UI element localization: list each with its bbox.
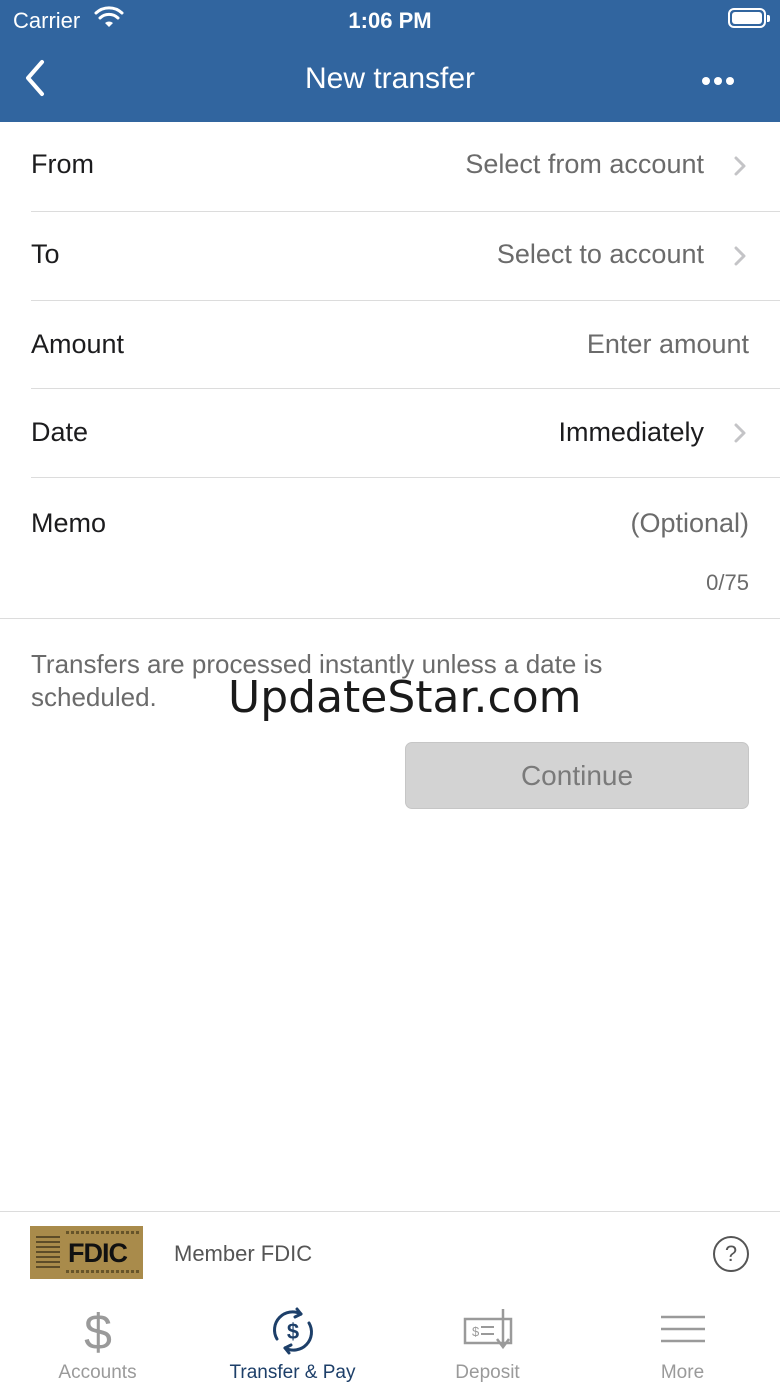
- more-options-button[interactable]: [700, 72, 740, 86]
- fdic-footer: FDIC Member FDIC ?: [0, 1211, 780, 1296]
- date-label: Date: [31, 417, 89, 447]
- battery-icon: [728, 8, 770, 28]
- fdic-logo: FDIC: [30, 1226, 143, 1279]
- status-time: 1:06 PM: [348, 8, 432, 33]
- chevron-right-icon: [734, 156, 746, 176]
- svg-text:$: $: [472, 1324, 480, 1339]
- check-deposit-icon: $: [463, 1309, 512, 1350]
- from-account-value: Select from account: [465, 149, 704, 179]
- to-label: To: [31, 239, 60, 269]
- fdic-logo-text: FDIC: [68, 1238, 128, 1268]
- transfer-cycle-dollar-icon: $: [272, 1307, 313, 1355]
- memo-row[interactable]: Memo (Optional) 0/75: [0, 478, 780, 619]
- to-account-row[interactable]: To Select to account: [31, 212, 780, 301]
- chevron-right-icon: [734, 423, 746, 443]
- memo-input[interactable]: (Optional): [630, 508, 749, 539]
- navigation-header: Carrier 1:06 PM New transfer: [0, 0, 780, 122]
- svg-text:$: $: [286, 1319, 298, 1344]
- member-fdic-label: Member FDIC: [174, 1241, 313, 1266]
- dollar-icon: $: [84, 1305, 112, 1355]
- date-row[interactable]: Date Immediately: [31, 389, 780, 478]
- tab-bar: $ Accounts $ Transfer & Pay $ Deposit Mo…: [0, 1295, 780, 1387]
- help-button[interactable]: ?: [713, 1236, 749, 1272]
- tab-accounts-label: Accounts: [58, 1362, 137, 1383]
- date-value: Immediately: [558, 417, 704, 447]
- memo-character-counter: 0/75: [706, 570, 749, 595]
- continue-button[interactable]: Continue: [405, 742, 749, 809]
- watermark: UpdateStar.com: [228, 672, 582, 723]
- ellipsis-icon: [702, 77, 710, 85]
- status-bar: Carrier 1:06 PM: [0, 0, 780, 40]
- amount-row[interactable]: Amount Enter amount: [31, 301, 780, 389]
- tab-deposit[interactable]: $ Deposit: [390, 1295, 585, 1387]
- tab-more[interactable]: More: [585, 1295, 780, 1387]
- tab-accounts[interactable]: $ Accounts: [0, 1295, 195, 1387]
- from-account-row[interactable]: From Select from account: [31, 122, 780, 212]
- chevron-right-icon: [734, 246, 746, 266]
- to-account-value: Select to account: [496, 239, 704, 269]
- page-title: New transfer: [304, 62, 476, 95]
- tab-transfer-pay[interactable]: $ Transfer & Pay: [195, 1295, 390, 1387]
- hamburger-menu-icon: [660, 1315, 705, 1343]
- amount-input[interactable]: Enter amount: [587, 329, 749, 360]
- tab-deposit-label: Deposit: [455, 1362, 520, 1383]
- memo-label: Memo: [31, 508, 107, 538]
- tab-transfer-pay-label: Transfer & Pay: [229, 1362, 356, 1383]
- amount-label: Amount: [31, 329, 125, 359]
- svg-text:$: $: [84, 1305, 112, 1355]
- from-label: From: [31, 149, 94, 179]
- tab-more-label: More: [660, 1362, 705, 1383]
